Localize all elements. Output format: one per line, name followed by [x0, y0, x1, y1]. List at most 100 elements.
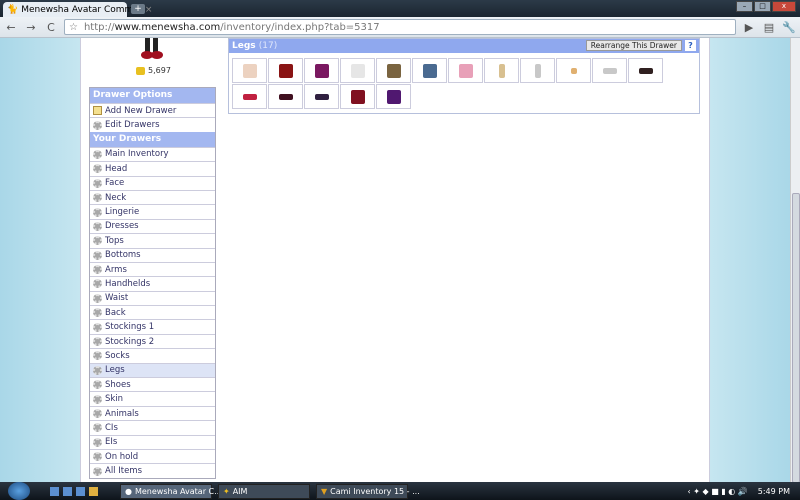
- browser-tab[interactable]: 🐈 Menewsha Avatar Comm... ×: [3, 2, 152, 17]
- your-drawers-header: Your Drawers: [90, 131, 215, 147]
- gear-icon: [93, 120, 102, 130]
- inventory-item[interactable]: [376, 84, 411, 109]
- drawer-link[interactable]: CIs: [90, 420, 215, 435]
- close-window-button[interactable]: x: [772, 1, 796, 12]
- gear-icon: [93, 236, 102, 246]
- item-count: (17): [258, 41, 278, 51]
- item-image: [498, 63, 505, 78]
- inventory-item[interactable]: [628, 58, 663, 83]
- gear-icon: [93, 221, 102, 231]
- drawer-link[interactable]: Dresses: [90, 218, 215, 234]
- drawer-label: Back: [105, 307, 126, 318]
- gear-icon: [93, 452, 102, 462]
- gear-icon: [93, 423, 102, 433]
- aim-icon: ✦: [223, 486, 230, 496]
- drawer-link[interactable]: On hold: [90, 448, 215, 464]
- inventory-item[interactable]: [484, 58, 519, 83]
- start-button[interactable]: [8, 482, 30, 500]
- maximize-button[interactable]: □: [754, 1, 771, 12]
- drawer-link[interactable]: Handhelds: [90, 276, 215, 291]
- rearrange-drawer-button[interactable]: Rearrange This Drawer: [585, 40, 682, 51]
- folder-icon[interactable]: [89, 486, 98, 496]
- drawer-title: Legs: [232, 41, 256, 51]
- show-desktop-icon[interactable]: [50, 486, 59, 496]
- drawer-link[interactable]: Head: [90, 161, 215, 176]
- drawer-label: Waist: [105, 293, 129, 304]
- wrench-icon[interactable]: 🔧: [782, 21, 796, 34]
- drawer-label: Arms: [105, 264, 127, 275]
- inventory-item[interactable]: [340, 84, 375, 109]
- play-icon[interactable]: ▶: [742, 21, 756, 34]
- edit-drawers-link[interactable]: Edit Drawers: [90, 117, 215, 132]
- drawer-label: Tops: [105, 235, 124, 246]
- drawer-link[interactable]: Face: [90, 175, 215, 190]
- drawer-link[interactable]: Tops: [90, 233, 215, 248]
- item-grid: [229, 53, 699, 114]
- page-menu-icon[interactable]: ▤: [762, 21, 776, 34]
- inventory-item[interactable]: [448, 58, 483, 83]
- address-bar[interactable]: ☆ http://www.menewsha.com/inventory/index…: [64, 19, 736, 35]
- reload-icon[interactable]: C: [44, 21, 58, 34]
- ie-icon[interactable]: [76, 486, 85, 496]
- gear-icon: [93, 437, 102, 447]
- drawer-link[interactable]: Waist: [90, 290, 215, 306]
- scrollbar[interactable]: [790, 38, 800, 483]
- clock[interactable]: 5:49 PM: [758, 487, 790, 496]
- item-image: [458, 63, 473, 78]
- taskbar-item-chrome[interactable]: ● Menewsha Avatar C...: [120, 483, 222, 499]
- inventory-item[interactable]: [232, 58, 267, 83]
- new-tab-button[interactable]: +: [131, 4, 145, 14]
- close-tab-icon[interactable]: ×: [145, 5, 153, 15]
- inventory-item[interactable]: [304, 84, 339, 109]
- drawer-link[interactable]: Neck: [90, 189, 215, 205]
- minimize-button[interactable]: –: [736, 1, 753, 12]
- avatar[interactable]: [137, 38, 167, 60]
- inventory-item[interactable]: [340, 58, 375, 83]
- taskbar-item-inventory[interactable]: ▼ Cami Inventory 15 - ...: [316, 483, 420, 499]
- label: Add New Drawer: [105, 105, 177, 116]
- drawer-link[interactable]: All Items: [90, 463, 215, 478]
- drawer-link[interactable]: Shoes: [90, 377, 215, 392]
- drawer-link[interactable]: Lingerie: [90, 204, 215, 219]
- drawer-link[interactable]: Bottoms: [90, 247, 215, 262]
- back-icon[interactable]: ←: [4, 21, 18, 34]
- scrollbar-thumb[interactable]: [792, 193, 800, 483]
- drawer-label: Legs: [105, 365, 125, 376]
- item-image: [386, 63, 401, 78]
- star-icon[interactable]: ☆: [69, 22, 78, 33]
- item-image: [242, 93, 257, 100]
- drawer-label: Head: [105, 163, 128, 174]
- switch-windows-icon[interactable]: [63, 486, 72, 496]
- inventory-item[interactable]: [268, 58, 303, 83]
- drawer-link[interactable]: EIs: [90, 434, 215, 449]
- inventory-item[interactable]: [592, 58, 627, 83]
- drawer-link[interactable]: Arms: [90, 261, 215, 277]
- inventory-item[interactable]: [376, 58, 411, 83]
- forward-icon[interactable]: →: [24, 21, 38, 34]
- taskbar-item-aim[interactable]: ✦ AIM: [218, 483, 310, 499]
- browser-toolbar: ← → C ☆ http://www.menewsha.com/inventory…: [0, 17, 800, 38]
- drawer-link[interactable]: Main Inventory: [90, 146, 215, 162]
- inventory-item[interactable]: [268, 84, 303, 109]
- drawer-link[interactable]: Stockings 1: [90, 319, 215, 334]
- inventory-item[interactable]: [556, 58, 591, 83]
- drawer-link[interactable]: Skin: [90, 391, 215, 406]
- drawer-link[interactable]: Socks: [90, 348, 215, 363]
- drawer-link[interactable]: Back: [90, 305, 215, 320]
- label: Edit Drawers: [105, 120, 160, 131]
- inventory-item[interactable]: [304, 58, 339, 83]
- drawer-link[interactable]: Animals: [90, 405, 215, 421]
- inventory-item[interactable]: [520, 58, 555, 83]
- add-new-drawer-link[interactable]: Add New Drawer: [90, 103, 215, 118]
- inventory-item[interactable]: [412, 58, 447, 83]
- tray-icons[interactable]: ‹ ✦ ◆ ■ ▮ ◐ 🔊: [688, 487, 748, 496]
- drawer-link[interactable]: Legs: [90, 362, 215, 378]
- gear-icon: [93, 409, 102, 418]
- content-container: 5,697 Drawer Options Add New Drawer Edit…: [80, 38, 710, 482]
- drawer-link[interactable]: Stockings 2: [90, 333, 215, 349]
- item-image: [534, 63, 541, 78]
- drawer-label: Handhelds: [105, 279, 151, 289]
- inventory-item[interactable]: [232, 84, 267, 109]
- help-icon[interactable]: ?: [685, 40, 696, 51]
- drawer-options-header: Drawer Options: [90, 88, 215, 103]
